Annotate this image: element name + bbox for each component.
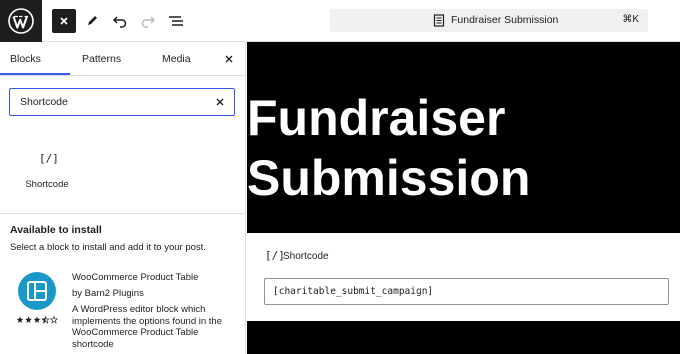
tools-button[interactable] bbox=[80, 9, 104, 33]
plugin-author: by Barn2 Plugins bbox=[72, 288, 144, 299]
tab-patterns[interactable]: Patterns bbox=[82, 53, 121, 65]
tab-media[interactable]: Media bbox=[162, 53, 191, 65]
block-search-box bbox=[9, 88, 235, 116]
star-rating-icon bbox=[16, 315, 59, 324]
pencil-icon bbox=[88, 16, 97, 25]
command-palette-bar[interactable]: Fundraiser Submission ⌘K bbox=[330, 9, 648, 32]
shortcode-icon: [/] bbox=[39, 152, 59, 165]
list-view-icon bbox=[169, 16, 183, 26]
rating-star bbox=[25, 316, 32, 323]
redo-icon bbox=[141, 16, 156, 28]
editor-canvas: Fundraiser Submission [/] Shortcode bbox=[247, 42, 680, 354]
block-result-shortcode[interactable]: [/] Shortcode bbox=[14, 146, 80, 194]
plugin-block-install-button[interactable] bbox=[18, 272, 56, 310]
shortcode-input[interactable] bbox=[264, 278, 669, 305]
document-icon bbox=[433, 14, 445, 27]
undo-icon bbox=[112, 16, 127, 28]
rating-star bbox=[16, 316, 24, 323]
rating-star bbox=[41, 315, 50, 324]
post-title-line: Submission bbox=[247, 150, 531, 206]
close-inserter-button[interactable] bbox=[52, 9, 76, 33]
wordpress-logo-icon bbox=[8, 8, 34, 34]
available-to-install-description: Select a block to install and add it to … bbox=[10, 242, 206, 253]
close-icon bbox=[216, 98, 224, 106]
tab-blocks[interactable]: Blocks bbox=[10, 53, 41, 65]
command-shortcut: ⌘K bbox=[622, 14, 639, 25]
plugin-rating bbox=[16, 315, 60, 326]
post-title[interactable]: Fundraiser Submission bbox=[247, 88, 680, 208]
clear-search-button[interactable] bbox=[214, 96, 226, 108]
close-icon bbox=[60, 17, 68, 25]
undo-button[interactable] bbox=[108, 9, 132, 33]
inserter-tabs: Blocks Patterns Media bbox=[0, 42, 246, 76]
post-title-line: Fundraiser bbox=[247, 90, 506, 146]
close-icon bbox=[225, 55, 233, 63]
plugin-name: WooCommerce Product Table bbox=[72, 272, 199, 283]
wordpress-logo-button[interactable] bbox=[0, 0, 42, 42]
section-divider bbox=[0, 213, 246, 214]
document-overview-button[interactable] bbox=[164, 9, 188, 33]
editor-header: Fundraiser Submission ⌘K bbox=[0, 0, 680, 42]
shortcode-block[interactable]: [/] Shortcode bbox=[247, 233, 680, 321]
shortcode-block-label: Shortcode bbox=[283, 251, 329, 262]
rating-star bbox=[33, 316, 41, 323]
table-icon bbox=[27, 281, 47, 301]
shortcode-icon: [/] bbox=[265, 249, 285, 262]
available-to-install-heading: Available to install bbox=[10, 224, 102, 236]
rating-star bbox=[49, 315, 59, 324]
close-panel-button[interactable] bbox=[222, 52, 236, 66]
block-inserter-panel: Blocks Patterns Media [/] Shortcode Avai… bbox=[0, 42, 246, 354]
redo-button[interactable] bbox=[136, 9, 160, 33]
plugin-description: A WordPress editor block which implement… bbox=[72, 304, 222, 350]
block-search-input[interactable] bbox=[20, 94, 200, 110]
block-result-label: Shortcode bbox=[25, 179, 69, 190]
document-title: Fundraiser Submission bbox=[451, 14, 559, 26]
active-tab-indicator bbox=[0, 73, 70, 75]
